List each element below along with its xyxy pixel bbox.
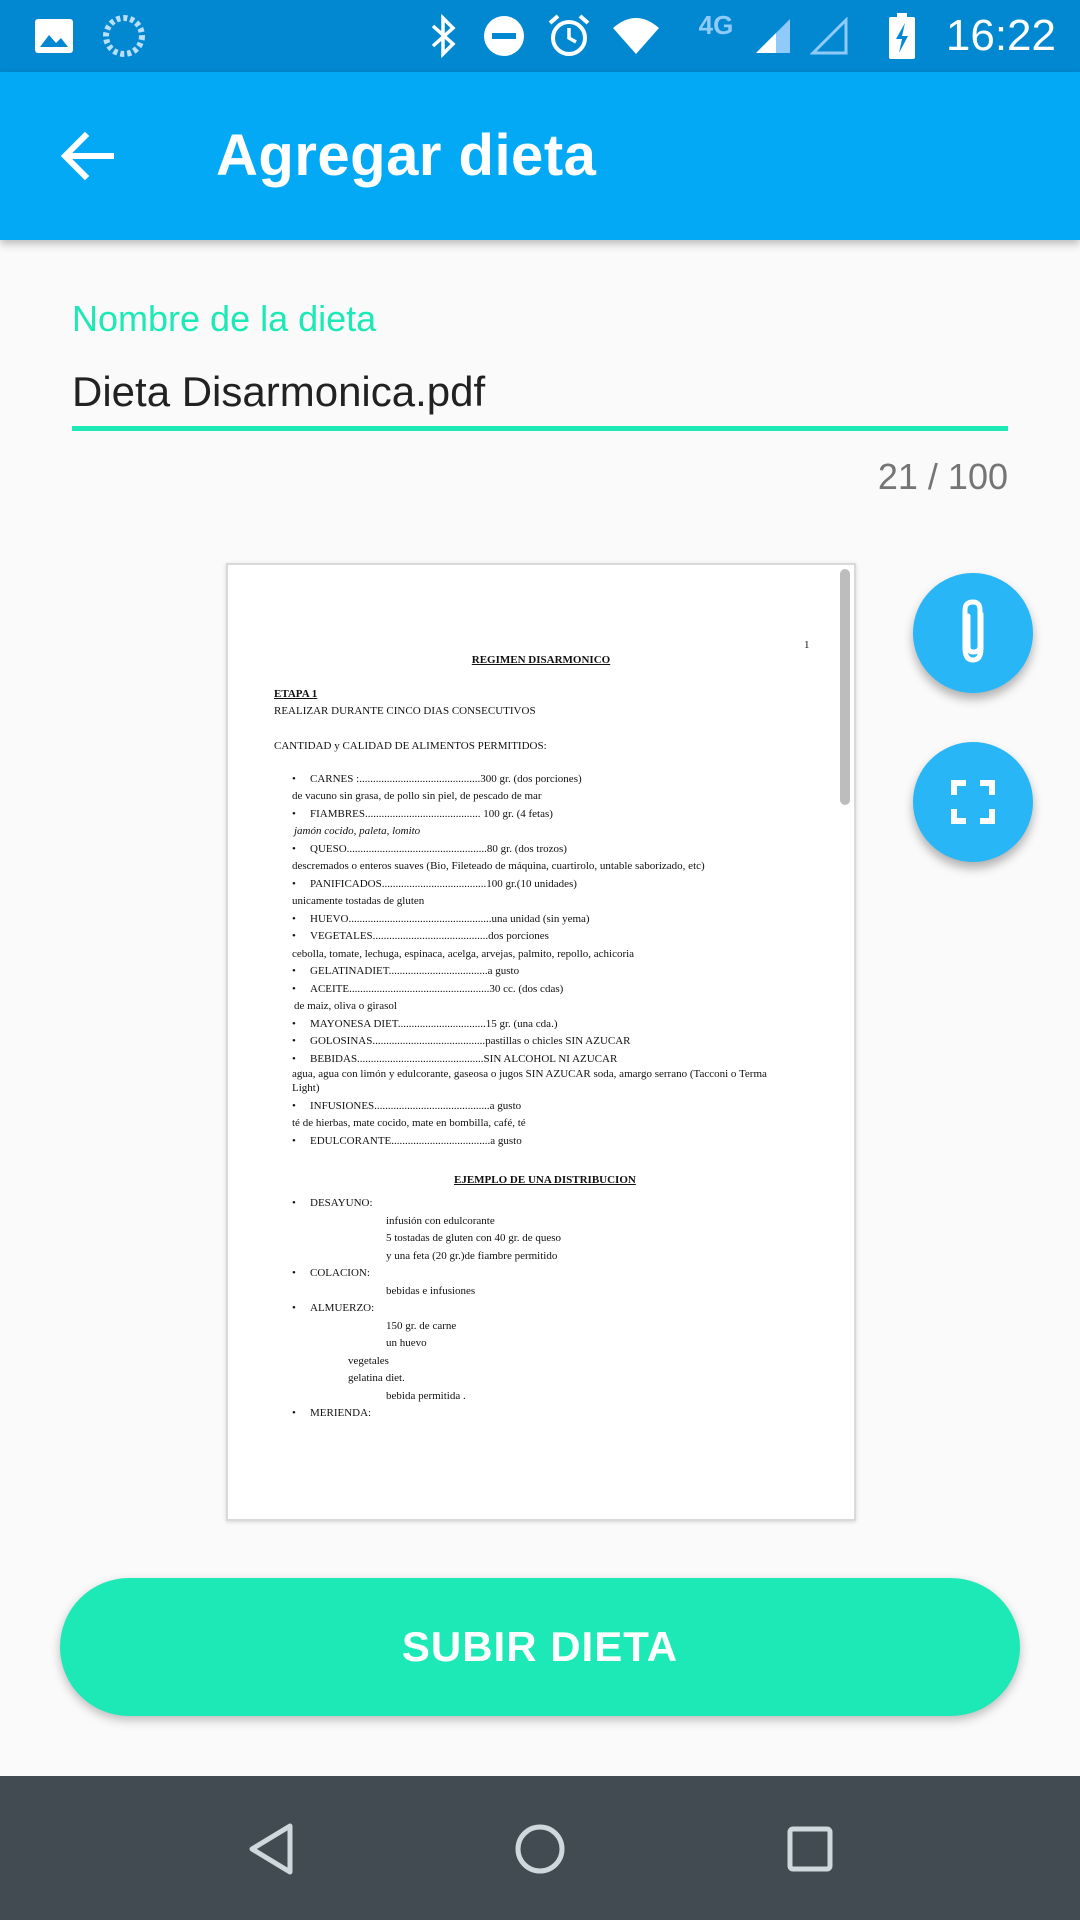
pdf-line: MAYONESA DIET...........................…	[310, 1018, 558, 1030]
image-icon	[30, 0, 78, 72]
diet-name-label: Nombre de la dieta	[72, 298, 377, 339]
diet-name-underline	[72, 426, 1008, 431]
pdf-line: jamón cocido, paleta, lomito	[294, 825, 421, 837]
fullscreen-button[interactable]	[913, 742, 1033, 862]
recents-square-icon	[787, 1826, 833, 1872]
pdf-line: de vacuno sin grasa, de pollo sin piel, …	[292, 790, 542, 802]
pdf-line: y una feta (20 gr.)de fiambre permitido	[386, 1250, 558, 1262]
pdf-line: descremados o enteros suaves (Bio, Filet…	[292, 860, 705, 872]
pdf-line: QUESO...................................…	[310, 843, 567, 855]
pdf-subtitle: EJEMPLO DE UNA DISTRIBUCION	[454, 1174, 636, 1186]
clock: 16:22	[945, 11, 1056, 60]
alarm-icon	[544, 0, 594, 72]
pdf-line: vegetales	[348, 1355, 389, 1367]
pdf-line: FIAMBRES................................…	[310, 808, 553, 820]
pdf-line: de maiz, oliva o girasol	[294, 1000, 397, 1012]
paperclip-icon	[962, 599, 984, 663]
arrow-back-icon	[61, 132, 114, 180]
pdf-line: GOLOSINAS...............................…	[310, 1035, 631, 1047]
pdf-line: EDULCORANTE.............................…	[310, 1135, 522, 1147]
pdf-line: COLACION:	[310, 1267, 370, 1279]
pdf-line: ALMUERZO:	[310, 1302, 375, 1314]
pdf-line: MERIENDA:	[310, 1407, 372, 1419]
pdf-title: REGIMEN DISARMONICO	[471, 654, 611, 666]
pdf-stage: ETAPA 1	[274, 688, 318, 700]
battery-charging-icon	[886, 0, 918, 72]
pdf-line: infusión con edulcorante	[386, 1215, 495, 1227]
bluetooth-icon	[424, 0, 464, 72]
pdf-line: bebida permitida .	[386, 1390, 466, 1402]
network-type: 4G	[698, 10, 734, 40]
pdf-line: cebolla, tomate, lechuga, espinaca, acel…	[292, 948, 635, 960]
pdf-line: unicamente tostadas de gluten	[292, 895, 425, 907]
pdf-line: bebidas e infusiones	[386, 1285, 476, 1297]
nav-back-button[interactable]	[226, 1804, 316, 1894]
back-triangle-icon	[249, 1823, 293, 1875]
nav-recents-button[interactable]	[765, 1804, 855, 1894]
navigation-bar	[0, 1776, 1080, 1920]
pdf-line: un huevo	[386, 1337, 427, 1349]
back-button[interactable]	[48, 116, 128, 196]
pdf-line: BEBIDAS.................................…	[310, 1053, 618, 1065]
do-not-disturb-icon	[480, 0, 528, 72]
fullscreen-icon	[951, 780, 995, 824]
pdf-line: 150 gr. de carne	[386, 1320, 457, 1332]
nav-home-button[interactable]	[495, 1804, 585, 1894]
attach-file-button[interactable]	[913, 573, 1033, 693]
pdf-line: CARNES :................................…	[310, 773, 582, 785]
pdf-line: gelatina diet.	[348, 1372, 405, 1384]
sync-icon	[100, 0, 148, 72]
wifi-icon	[610, 0, 662, 72]
character-counter: 21 / 100	[877, 456, 1008, 497]
pdf-line: té de hierbas, mate cocido, mate en bomb…	[292, 1117, 526, 1129]
page-title: Agregar dieta	[216, 123, 597, 188]
pdf-line: DESAYUNO:	[310, 1197, 373, 1209]
pdf-line: VEGETALES...............................…	[310, 930, 549, 942]
signal-icon	[752, 0, 794, 72]
upload-diet-button[interactable]: SUBIR DIETA	[60, 1578, 1020, 1716]
pdf-line: ACEITE..................................…	[310, 983, 564, 995]
home-circle-icon	[515, 1824, 565, 1874]
status-bar: 4G 16:22	[0, 0, 1080, 72]
pdf-line: agua, agua con limón y edulcorante, gase…	[292, 1068, 767, 1080]
diet-name-input[interactable]	[72, 362, 1007, 422]
app-bar: Agregar dieta	[0, 72, 1080, 240]
pdf-line: PANIFICADOS.............................…	[310, 878, 577, 890]
pdf-line: Light)	[292, 1082, 320, 1094]
pdf-preview[interactable]: 1 REGIMEN DISARMONICO ETAPA 1 REALIZAR D…	[226, 563, 856, 1521]
pdf-line: GELATINADIET............................…	[310, 965, 520, 977]
pdf-line: CANTIDAD y CALIDAD DE ALIMENTOS PERMITID…	[274, 740, 547, 752]
pdf-scrollbar[interactable]	[840, 569, 850, 805]
pdf-line: HUEVO...................................…	[310, 913, 590, 925]
pdf-line: 5 tostadas de gluten con 40 gr. de queso	[386, 1232, 562, 1244]
pdf-line: INFUSIONES..............................…	[310, 1100, 522, 1112]
signal-empty-icon	[808, 0, 850, 72]
pdf-line: REALIZAR DURANTE CINCO DIAS CONSECUTIVOS	[274, 705, 536, 717]
